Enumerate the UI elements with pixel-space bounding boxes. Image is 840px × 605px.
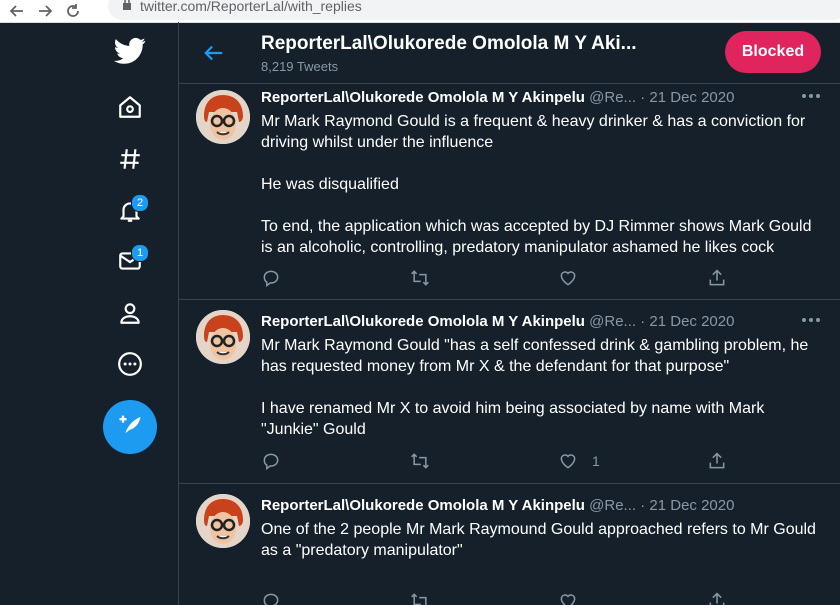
reply-icon[interactable]: [261, 590, 281, 605]
tweet-author-handle[interactable]: @Re...: [589, 313, 636, 330]
tweet-paragraph: To end, the application which was accept…: [261, 218, 812, 256]
tweet-actions: 1: [261, 450, 741, 472]
like-icon[interactable]: 1: [558, 450, 600, 472]
tweet-paragraph: He was disqualified: [261, 176, 399, 193]
retweet-icon[interactable]: [409, 450, 431, 472]
tweet-paragraph: One of the 2 people Mr Mark Raymound Gou…: [261, 521, 816, 559]
share-icon[interactable]: [707, 450, 727, 472]
share-icon[interactable]: [707, 590, 727, 605]
like-icon[interactable]: [558, 267, 592, 289]
avatar[interactable]: [196, 310, 250, 364]
profile-icon[interactable]: [113, 296, 147, 330]
reply-icon[interactable]: [261, 450, 281, 472]
explore-hashtag-icon[interactable]: [113, 142, 147, 176]
separator-dot: ·: [640, 313, 646, 330]
messages-mail-icon[interactable]: 1: [113, 244, 149, 278]
reply-icon[interactable]: [261, 267, 281, 289]
tweet-author-name[interactable]: ReporterLal\Olukorede Omolola M Y Akinpe…: [261, 313, 585, 330]
tweet-text: One of the 2 people Mr Mark Raymound Gou…: [261, 519, 821, 561]
tweet-actions: [261, 267, 741, 289]
compose-tweet-button[interactable]: [103, 400, 157, 454]
main-column: ReporterLal\Olukorede Omolola M Y Aki...…: [178, 22, 840, 605]
tweet-author-name[interactable]: ReporterLal\Olukorede Omolola M Y Akinpe…: [261, 497, 585, 514]
sidebar: 2 1: [0, 22, 178, 605]
tweet[interactable]: ReporterLal\Olukorede Omolola M Y Akinpe…: [179, 300, 840, 484]
tweet-text: Mr Mark Raymond Gould is a frequent & he…: [261, 111, 821, 258]
tweet-text: Mr Mark Raymond Gould "has a self confes…: [261, 335, 821, 440]
tweet-date[interactable]: 21 Dec 2020: [649, 313, 734, 330]
compose-tweet-icon: [116, 411, 144, 444]
tweet-header: ReporterLal\Olukorede Omolola M Y Akinpe…: [261, 313, 781, 330]
separator-dot: ·: [640, 89, 646, 106]
tweet-date[interactable]: 21 Dec 2020: [649, 89, 734, 106]
more-options-icon[interactable]: [799, 88, 823, 104]
tweet-author-name[interactable]: ReporterLal\Olukorede Omolola M Y Akinpe…: [261, 89, 585, 106]
back-arrow-icon[interactable]: [6, 0, 28, 22]
address-bar[interactable]: twitter.com/ReporterLal/with_replies: [108, 0, 840, 20]
twitter-logo-icon[interactable]: [113, 34, 147, 68]
like-icon[interactable]: [558, 590, 578, 605]
browser-toolbar: twitter.com/ReporterLal/with_replies: [0, 0, 840, 23]
avatar[interactable]: [196, 494, 250, 548]
notifications-bell-icon[interactable]: 2: [113, 194, 149, 228]
more-circle-icon[interactable]: [113, 347, 147, 381]
tweet-paragraph: I have renamed Mr X to avoid him being a…: [261, 400, 765, 438]
lock-icon: [122, 0, 132, 15]
tweet-header: ReporterLal\Olukorede Omolola M Y Akinpe…: [261, 497, 781, 514]
avatar[interactable]: [196, 90, 250, 144]
retweet-icon[interactable]: [409, 590, 431, 605]
notifications-badge: 2: [131, 194, 149, 212]
tweet-paragraph: Mr Mark Raymond Gould "has a self confes…: [261, 337, 809, 375]
home-icon[interactable]: [113, 90, 147, 124]
back-button[interactable]: [201, 40, 227, 66]
forward-arrow-icon[interactable]: [34, 0, 56, 22]
blocked-button[interactable]: Blocked: [725, 31, 821, 73]
tweet[interactable]: ReporterLal\Olukorede Omolola M Y Akinpe…: [179, 84, 840, 300]
tweet[interactable]: ReporterLal\Olukorede Omolola M Y Akinpe…: [179, 484, 840, 605]
profile-name: ReporterLal\Olukorede Omolola M Y Aki...: [261, 33, 637, 54]
tweet-author-handle[interactable]: @Re...: [589, 89, 636, 106]
messages-badge: 1: [131, 244, 149, 262]
tweet-paragraph: Mr Mark Raymond Gould is a frequent & he…: [261, 113, 806, 151]
reload-icon[interactable]: [62, 0, 84, 22]
url-text: twitter.com/ReporterLal/with_replies: [140, 0, 362, 14]
tweet-date[interactable]: 21 Dec 2020: [649, 497, 734, 514]
profile-header: ReporterLal\Olukorede Omolola M Y Aki...…: [179, 22, 840, 84]
back-arrow-icon: [204, 45, 223, 61]
tweet-header: ReporterLal\Olukorede Omolola M Y Akinpe…: [261, 89, 781, 106]
more-options-icon[interactable]: [799, 312, 823, 328]
tweet-count: 8,219 Tweets: [261, 59, 339, 74]
share-icon[interactable]: [707, 267, 727, 289]
separator-dot: ·: [640, 497, 646, 514]
retweet-icon[interactable]: [409, 267, 431, 289]
tweet-author-handle[interactable]: @Re...: [589, 497, 636, 514]
tweet-actions: [261, 590, 741, 605]
like-count: 1: [592, 453, 600, 469]
